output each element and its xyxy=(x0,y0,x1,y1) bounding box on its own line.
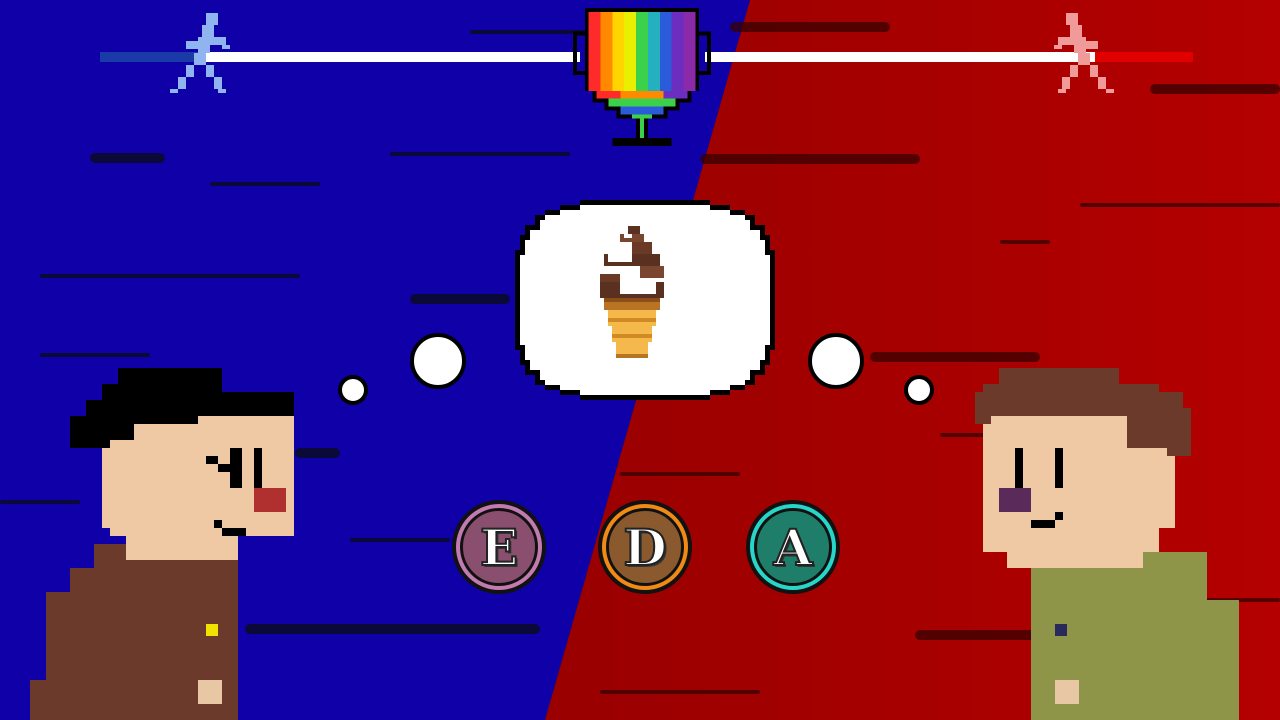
speed-streak xyxy=(210,182,320,186)
answer-letter: D xyxy=(606,508,684,586)
speed-streak xyxy=(700,154,920,164)
thought-bubble-dot xyxy=(808,333,864,389)
speed-streak xyxy=(1150,84,1280,94)
thought-bubble-dot xyxy=(338,375,368,405)
right-progress-track xyxy=(705,52,1095,62)
answer-coin-a[interactable]: A xyxy=(746,500,840,594)
runner-icon xyxy=(1054,13,1114,93)
speed-streak xyxy=(620,472,740,476)
speed-streak xyxy=(40,353,150,357)
speed-streak xyxy=(730,22,890,32)
thought-bubble-dot xyxy=(410,333,466,389)
speed-streak xyxy=(390,152,570,156)
left-player-character xyxy=(30,368,294,720)
runner-icon xyxy=(170,13,230,93)
speed-streak xyxy=(1080,203,1280,207)
speed-streak xyxy=(600,690,760,694)
rainbow-trophy-icon xyxy=(572,7,712,147)
game-scene: E D A xyxy=(0,0,1280,720)
speed-streak xyxy=(350,538,450,542)
answer-letter: A xyxy=(754,508,832,586)
speed-streak xyxy=(40,274,300,278)
speed-streak xyxy=(410,294,510,304)
right-player-character xyxy=(975,368,1239,720)
answer-letter: E xyxy=(460,508,538,586)
answer-coin-d[interactable]: D xyxy=(598,500,692,594)
speed-streak xyxy=(1000,240,1050,244)
soft-serve-ice-cream-icon xyxy=(600,226,664,358)
speed-streak xyxy=(90,153,165,163)
answer-coin-e[interactable]: E xyxy=(452,500,546,594)
thought-bubble-dot xyxy=(904,375,934,405)
left-progress-track xyxy=(200,52,580,62)
